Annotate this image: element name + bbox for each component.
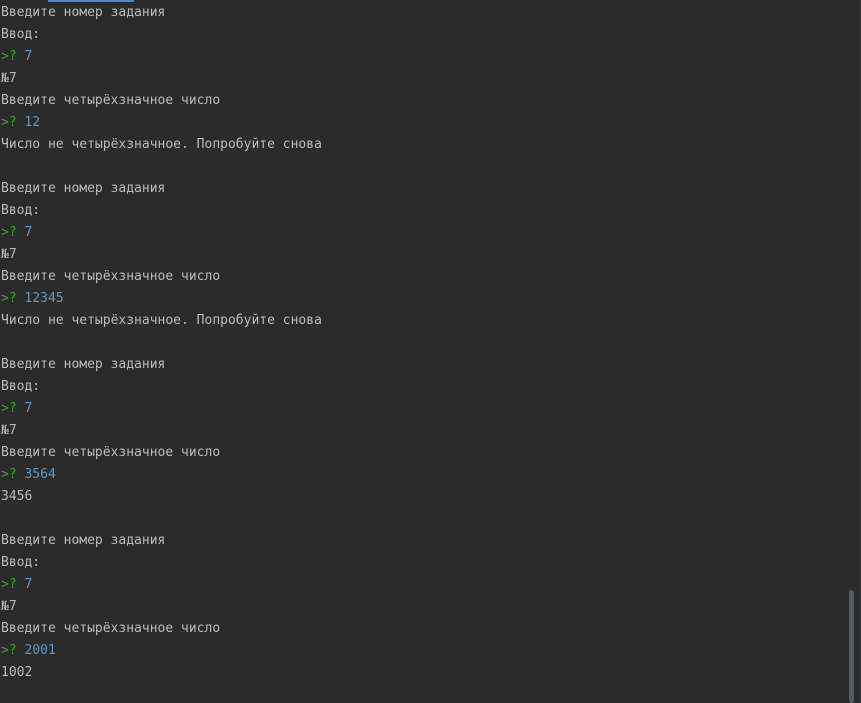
- console-output-line: Введите четырёхзначное число: [1, 621, 221, 636]
- console-output-line: Введите четырёхзначное число: [1, 93, 221, 108]
- console-output-line: Число не четырёхзначное. Попробуйте снов…: [1, 137, 322, 152]
- console-output-line: Число не четырёхзначное. Попробуйте снов…: [1, 313, 322, 328]
- console-input-line: >? 12: [1, 112, 322, 134]
- console-output-line: Ввод:: [1, 27, 41, 42]
- console-output-line: №7: [1, 247, 17, 262]
- console-output-line: Введите четырёхзначное число: [1, 445, 221, 460]
- console-output-line: Ввод:: [1, 379, 41, 394]
- console-panel[interactable]: Введите номер задания Ввод: >? 7 №7 Введите …: [0, 0, 861, 703]
- input-prompt-marker: >?: [1, 291, 17, 306]
- user-input-value: 12345: [24, 291, 64, 306]
- user-input-value: 12: [24, 115, 41, 130]
- console-output-line: Ввод:: [1, 555, 41, 570]
- console-input-line: >? 7: [1, 222, 322, 244]
- user-input-value: 7: [24, 49, 33, 64]
- console-input-line: >? 7: [1, 46, 322, 68]
- user-input-value: 3564: [24, 467, 56, 482]
- input-prompt-marker: >?: [1, 225, 17, 240]
- console-input-line: >? 7: [1, 398, 322, 420]
- scrollbar-thumb[interactable]: [849, 590, 854, 703]
- console-output-line: Введите номер задания: [1, 5, 166, 20]
- console-output-line: 1002: [1, 665, 33, 680]
- input-prompt-marker: >?: [1, 115, 17, 130]
- user-input-value: 7: [24, 225, 33, 240]
- user-input-value: 2001: [24, 643, 56, 658]
- input-prompt-marker: >?: [1, 643, 17, 658]
- input-prompt-marker: >?: [1, 577, 17, 592]
- input-prompt-marker: >?: [1, 467, 17, 482]
- console-output-line: Введите четырёхзначное число: [1, 269, 221, 284]
- input-prompt-marker: >?: [1, 401, 17, 416]
- console-output[interactable]: Введите номер задания Ввод: >? 7 №7 Введите …: [1, 2, 322, 684]
- console-output-line: №7: [1, 599, 17, 614]
- console-output-line: №7: [1, 423, 17, 438]
- console-output-line: Введите номер задания: [1, 533, 166, 548]
- console-output-line: Введите номер задания: [1, 357, 166, 372]
- console-input-line: >? 2001: [1, 640, 322, 662]
- input-prompt-marker: >?: [1, 49, 17, 64]
- user-input-value: 7: [24, 401, 33, 416]
- console-output-line: Введите номер задания: [1, 181, 166, 196]
- console-input-line: >? 7: [1, 574, 322, 596]
- console-input-line: >? 3564: [1, 464, 322, 486]
- console-input-line: >? 12345: [1, 288, 322, 310]
- console-output-line: Ввод:: [1, 203, 41, 218]
- console-output-line: №7: [1, 71, 17, 86]
- user-input-value: 7: [24, 577, 33, 592]
- console-output-line: 3456: [1, 489, 33, 504]
